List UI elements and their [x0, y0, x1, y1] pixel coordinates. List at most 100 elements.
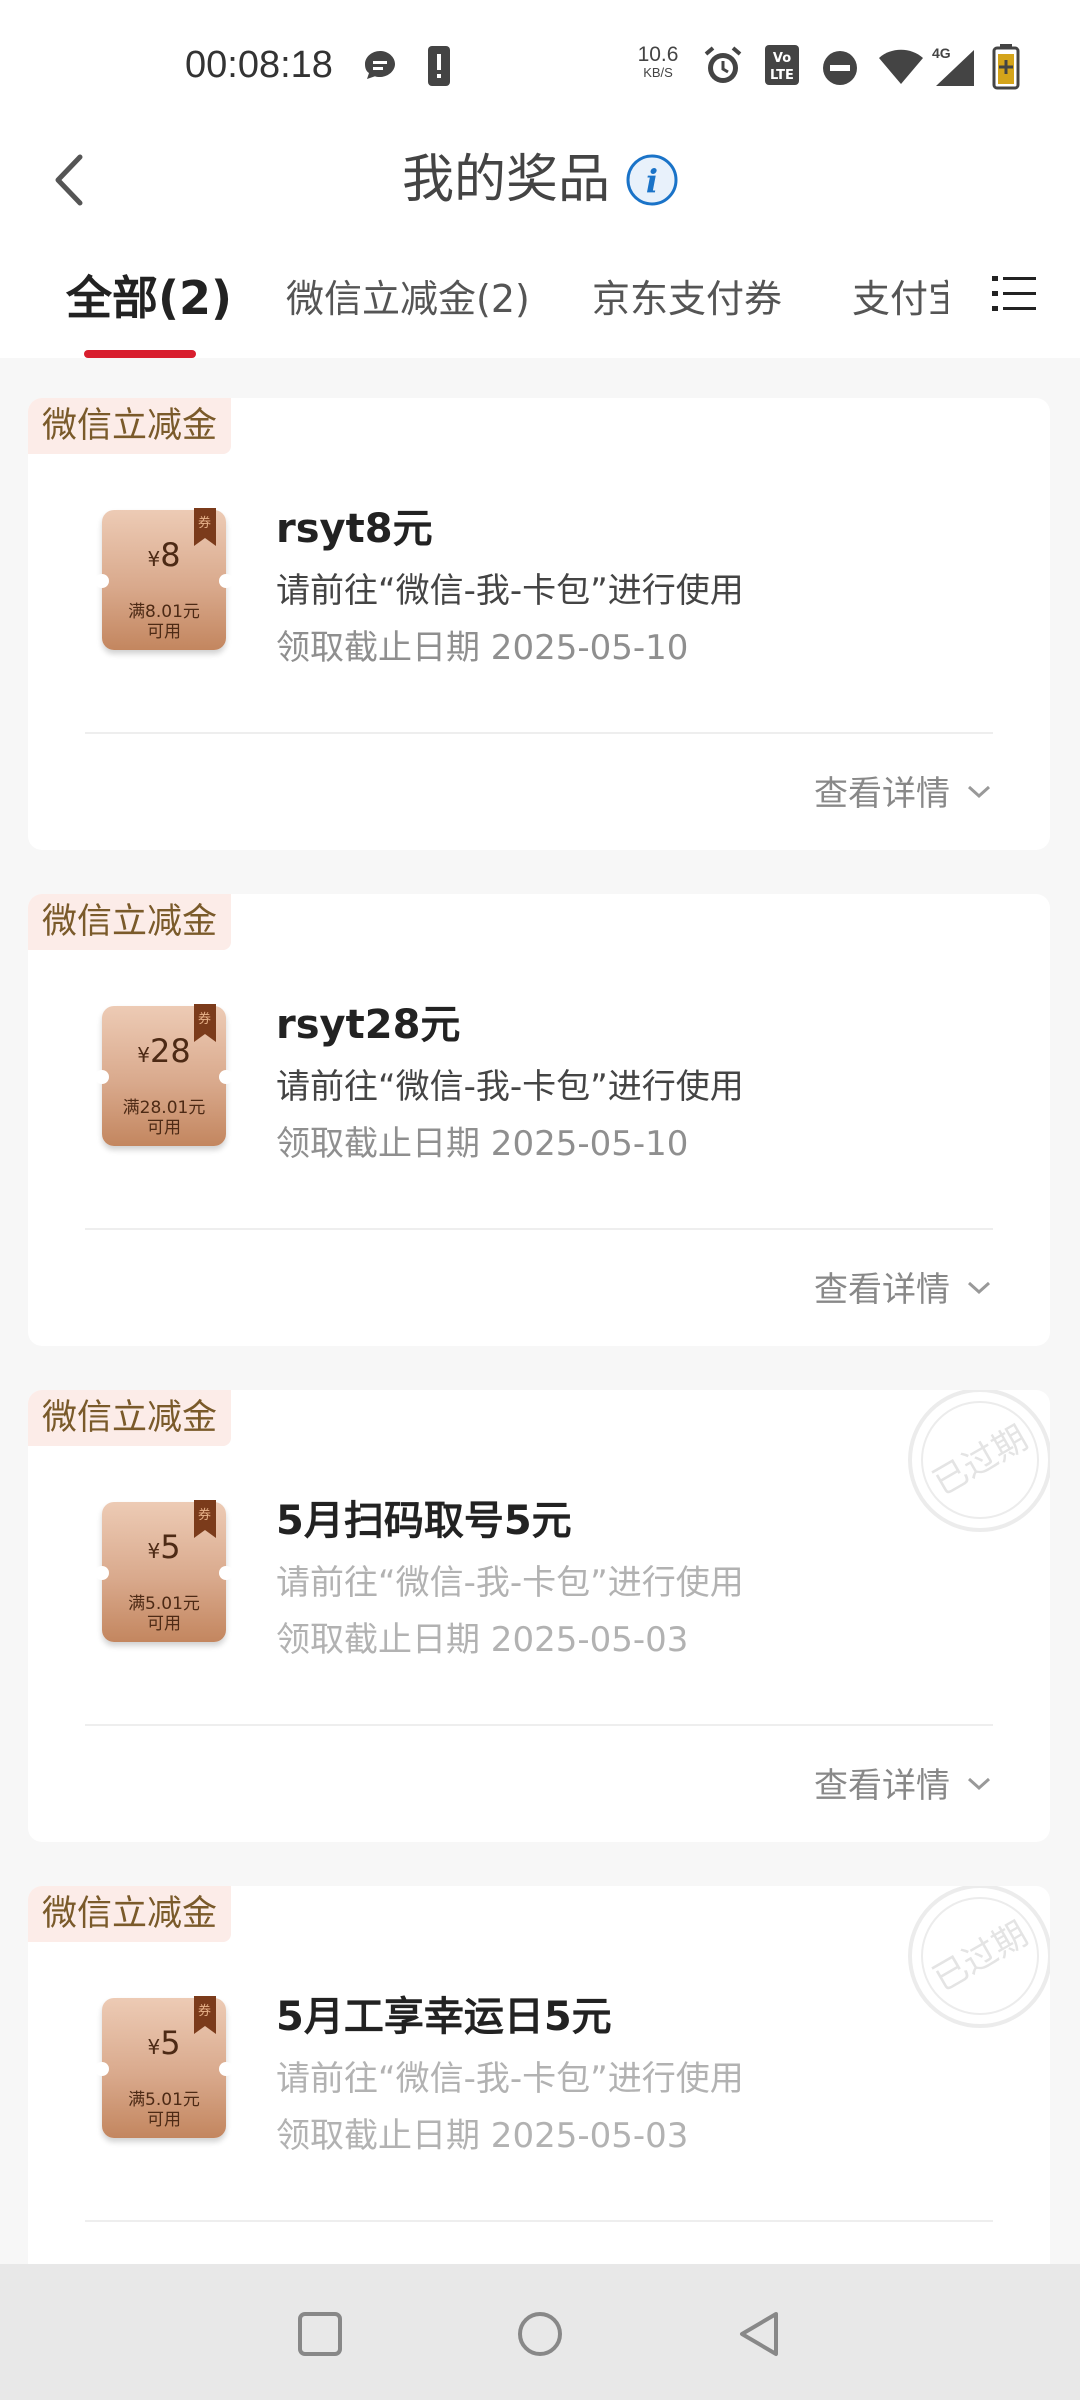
network-type: 4G [932, 45, 951, 61]
tab-alipay-clip: 支付宝 [850, 268, 948, 338]
prize-deadline: 领取截止日期 2025-05-10 [276, 1124, 689, 1164]
alarm-icon [704, 46, 742, 83]
tab-jd-pay-coupon[interactable]: 京东支付券 [592, 268, 782, 323]
coupon-condition: 满5.01元 可用 [102, 1594, 226, 1634]
coupon-condition-line2: 可用 [147, 2110, 181, 2130]
coupon-condition-line1: 满5.01元 [128, 2090, 200, 2110]
chevron-down-icon [967, 1281, 991, 1294]
prize-instruction: 请前往“微信-我-卡包”进行使用 [276, 1067, 744, 1107]
volte-icon: Vo LTE [765, 45, 799, 85]
page-title-wrap: 我的奖品 i [0, 132, 1080, 228]
chevron-down-icon [967, 785, 991, 798]
tab-wechat-discount[interactable]: 微信立减金(2) [286, 268, 530, 323]
coupon-amount-value: 8 [160, 536, 181, 574]
network-speed-value: 10.6 [637, 43, 679, 66]
expired-stamp-icon: 已过期 [908, 1390, 1050, 1532]
info-icon[interactable]: i [626, 154, 678, 206]
coupon-icon: 券 ¥5 满5.01元 可用 [95, 1996, 233, 2138]
signal-4g-icon: 4G [932, 45, 974, 86]
coupon-ribbon-text: 券 [198, 1508, 212, 1523]
svg-text:i: i [646, 162, 658, 200]
card-divider [85, 2220, 993, 2222]
coupon-icon: 券 ¥5 满5.01元 可用 [95, 1500, 233, 1642]
coupon-condition-line1: 满8.01元 [128, 602, 200, 622]
coupon-condition-line2: 可用 [147, 1118, 181, 1138]
prize-name: rsyt28元 [276, 1002, 461, 1048]
list-menu-icon[interactable] [990, 270, 1038, 318]
prize-card[interactable]: 微信立减金 券 ¥28 满28.01元 可用 rsyt28元 请前往“微信-我-卡… [28, 894, 1050, 1346]
coupon-amount-value: 5 [160, 2024, 181, 2062]
view-details-button[interactable]: 查看详情 [814, 1262, 994, 1311]
wifi-icon [879, 49, 923, 84]
coupon-amount: ¥8 [102, 536, 226, 574]
coupon-amount: ¥5 [102, 2024, 226, 2062]
coupon-condition-line1: 满5.01元 [128, 1594, 200, 1614]
tab-bar: 全部(2) 微信立减金(2) 京东支付券 支付宝 [0, 240, 1080, 358]
expired-stamp-text: 已过期 [926, 1914, 1034, 2000]
prize-name: 5月扫码取号5元 [276, 1498, 572, 1544]
alert-icon [428, 46, 450, 86]
back-triangle-icon[interactable] [732, 2306, 788, 2362]
prize-deadline: 领取截止日期 2025-05-10 [276, 628, 689, 668]
recents-square-icon[interactable] [292, 2306, 348, 2362]
chat-bubble-icon [365, 51, 395, 79]
prize-card[interactable]: 已过期 微信立减金 券 ¥5 满5.01元 可用 5月扫码取号5元 请前往“微信-… [28, 1390, 1050, 1842]
view-details-label: 查看详情 [814, 1270, 950, 1310]
prize-deadline: 领取截止日期 2025-05-03 [276, 2116, 689, 2156]
coupon-amount-value: 28 [150, 1032, 191, 1070]
view-details-label: 查看详情 [814, 774, 950, 814]
tab-all[interactable]: 全部(2) [66, 262, 232, 328]
coupon-icon: 券 ¥8 满8.01元 可用 [95, 508, 233, 650]
coupon-currency: ¥ [147, 1539, 161, 1563]
prize-instruction: 请前往“微信-我-卡包”进行使用 [276, 2059, 744, 2099]
tab-alipay[interactable]: 支付宝 [852, 268, 948, 323]
chevron-down-icon [967, 1777, 991, 1790]
status-time: 00:08:18 [185, 44, 333, 86]
view-details-button[interactable]: 查看详情 [814, 2254, 994, 2264]
coupon-condition-line2: 可用 [147, 1614, 181, 1634]
status-bar: 00:08:18 10.6 KB/S Vo LTE 4G [0, 0, 1080, 120]
svg-text:LTE: LTE [770, 68, 794, 83]
prize-instruction: 请前往“微信-我-卡包”进行使用 [276, 1563, 744, 1603]
coupon-condition: 满5.01元 可用 [102, 2090, 226, 2130]
prize-list: 微信立减金 券 ¥8 满8.01元 可用 rsyt8元 请前往“微信-我-卡包”进… [0, 358, 1080, 2264]
expired-stamp-icon: 已过期 [908, 1886, 1050, 2028]
coupon-amount-value: 5 [160, 1528, 181, 1566]
network-speed: 10.6 KB/S [636, 44, 680, 80]
coupon-condition: 满8.01元 可用 [102, 602, 226, 642]
prize-instruction: 请前往“微信-我-卡包”进行使用 [276, 571, 744, 611]
tab-active-indicator [84, 350, 196, 358]
coupon-amount: ¥28 [102, 1032, 226, 1070]
prize-card[interactable]: 微信立减金 券 ¥8 满8.01元 可用 rsyt8元 请前往“微信-我-卡包”进… [28, 398, 1050, 850]
card-tag: 微信立减金 [28, 1390, 232, 1446]
coupon-icon: 券 ¥28 满28.01元 可用 [95, 1004, 233, 1146]
card-divider [85, 1724, 993, 1726]
coupon-condition-line1: 满28.01元 [122, 1098, 206, 1118]
network-speed-unit: KB/S [643, 65, 673, 80]
prize-name: 5月工享幸运日5元 [276, 1994, 612, 2040]
coupon-currency: ¥ [147, 547, 161, 571]
card-tag: 微信立减金 [28, 398, 232, 454]
svg-text:Vo: Vo [773, 51, 791, 66]
prize-card[interactable]: 已过期 微信立减金 券 ¥5 满5.01元 可用 5月工享幸运日5元 请前往“微信… [28, 1886, 1050, 2264]
home-circle-icon[interactable] [512, 2306, 568, 2362]
system-nav-bar [0, 2264, 1080, 2400]
coupon-currency: ¥ [137, 1043, 150, 1067]
view-details-button[interactable]: 查看详情 [814, 766, 994, 815]
prize-name: rsyt8元 [276, 506, 433, 552]
view-details-button[interactable]: 查看详情 [814, 1758, 994, 1807]
card-tag: 微信立减金 [28, 1886, 232, 1942]
card-divider [85, 1228, 993, 1230]
expired-stamp-text: 已过期 [926, 1418, 1034, 1504]
dnd-icon [823, 51, 857, 85]
header: 我的奖品 i [0, 120, 1080, 240]
coupon-ribbon-text: 券 [198, 1012, 212, 1027]
coupon-amount: ¥5 [102, 1528, 226, 1566]
coupon-condition: 满28.01元 可用 [102, 1098, 226, 1138]
card-tag: 微信立减金 [28, 894, 232, 950]
page-title: 我的奖品 [401, 150, 610, 210]
battery-icon [992, 44, 1020, 90]
coupon-ribbon-text: 券 [198, 516, 212, 531]
prize-deadline: 领取截止日期 2025-05-03 [276, 1620, 689, 1660]
card-divider [85, 732, 993, 734]
